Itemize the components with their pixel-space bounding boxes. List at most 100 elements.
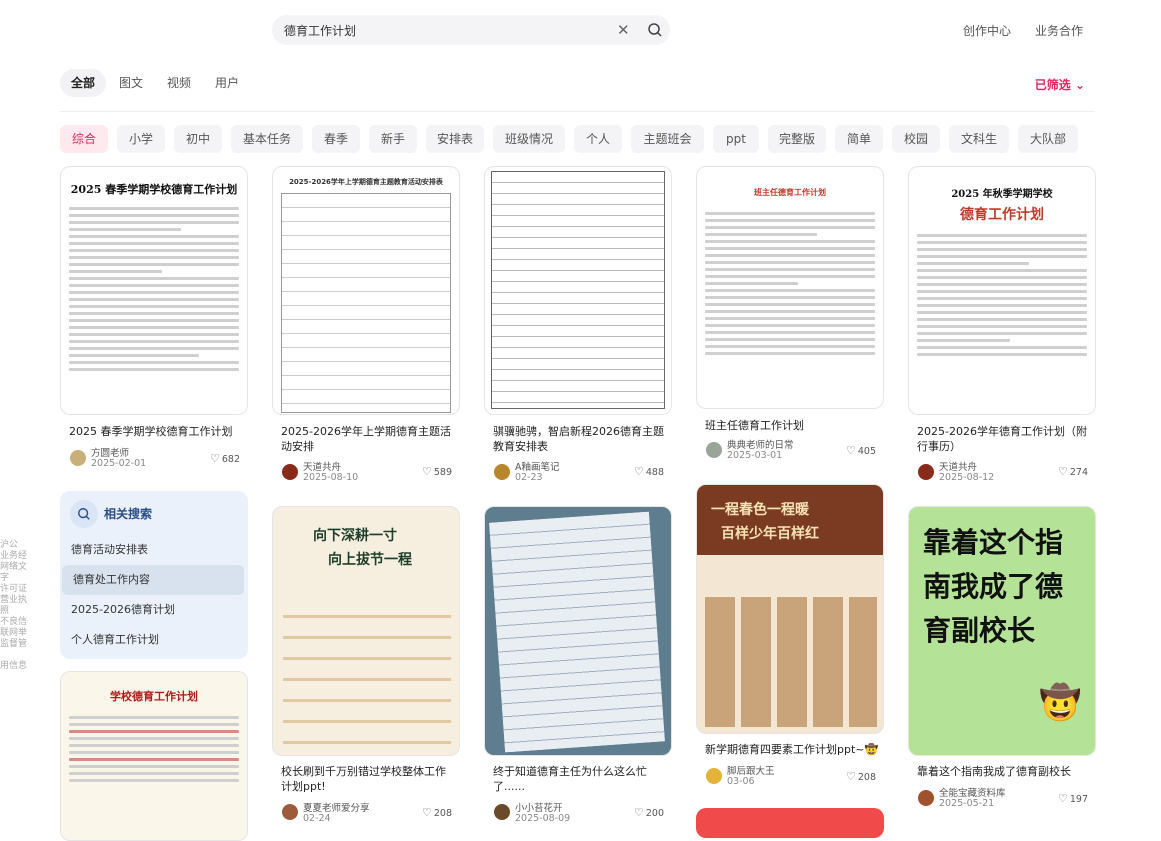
avatar[interactable] <box>70 450 86 466</box>
like-count[interactable]: ♡ 405 <box>846 444 876 457</box>
note-title[interactable]: 校长刷到千万别错过学校整体工作计划ppt! <box>281 764 456 794</box>
search-input[interactable]: 德育工作计划 <box>284 22 356 39</box>
author-name[interactable]: 典典老师的日常 <box>727 437 794 451</box>
note-card[interactable]: 学校德育工作计划 <box>60 671 248 841</box>
related-item[interactable]: 德育处工作内容 <box>62 565 244 595</box>
search-bar[interactable]: 德育工作计划 ✕ <box>272 15 670 45</box>
note-card[interactable]: 班主任德育工作计划 班主任德育工作计划 典典老师的日常 2025-03-01 ♡… <box>696 166 884 466</box>
heart-icon[interactable]: ♡ <box>634 465 644 478</box>
heart-icon[interactable]: ♡ <box>210 452 220 465</box>
note-title[interactable]: 骐骥驰骋，智启新程2026德育主题教育安排表 <box>493 424 668 454</box>
avatar[interactable] <box>918 790 934 806</box>
heart-icon[interactable]: ♡ <box>634 806 644 819</box>
note-title[interactable]: 终于知道德育主任为什么这么忙了...... <box>493 764 668 794</box>
avatar[interactable] <box>282 464 298 480</box>
author-name[interactable]: A釉画笔记 <box>515 459 560 473</box>
note-card[interactable]: 向下深耕一寸 向上拔节一程 校长刷到千万别错过学校整体工作计划ppt! 夏夏老师… <box>272 506 460 825</box>
heart-icon[interactable]: ♡ <box>1058 465 1068 478</box>
chip[interactable]: 初中 <box>174 125 222 153</box>
note-thumbnail[interactable] <box>484 506 672 756</box>
like-count[interactable]: ♡ 274 <box>1058 465 1088 478</box>
author-name[interactable]: 全能宝藏资料库 <box>939 785 1006 799</box>
tab-all[interactable]: 全部 <box>60 69 107 97</box>
like-count[interactable]: ♡ 682 <box>210 452 240 465</box>
tab-image-text[interactable]: 图文 <box>108 69 154 97</box>
avatar[interactable] <box>918 464 934 480</box>
avatar[interactable] <box>494 804 510 820</box>
chip[interactable]: 大队部 <box>1018 125 1078 153</box>
note-thumbnail[interactable]: 2025 年秋季学期学校 德育工作计划 <box>908 166 1096 415</box>
tab-video[interactable]: 视频 <box>156 69 202 97</box>
chip[interactable]: 小学 <box>117 125 165 153</box>
note-card[interactable]: 2025-2026学年上学期德育主题教育活动安排表 2025-2026学年上学期… <box>272 166 460 486</box>
chip[interactable]: ppt <box>713 125 759 153</box>
author-name[interactable]: 天道共舟 <box>939 459 977 473</box>
note-thumbnail[interactable]: 班主任德育工作计划 <box>696 166 884 409</box>
related-item[interactable]: 个人德育工作计划 <box>60 625 248 655</box>
tab-user[interactable]: 用户 <box>204 69 250 97</box>
note-thumbnail[interactable]: 学校德育工作计划 <box>60 671 248 841</box>
note-card[interactable] <box>696 808 884 838</box>
note-thumbnail[interactable]: 向下深耕一寸 向上拔节一程 <box>272 506 460 756</box>
note-card[interactable]: 2025 年秋季学期学校 德育工作计划 2025-2026学年德育工作计划（附行… <box>908 166 1096 486</box>
heart-icon[interactable]: ♡ <box>1058 792 1068 805</box>
chip[interactable]: 基本任务 <box>231 125 303 153</box>
heart-icon[interactable]: ♡ <box>422 806 432 819</box>
note-card[interactable]: 骐骥驰骋，智启新程2026德育主题教育安排表 A釉画笔记 02-23 ♡ 488 <box>484 166 672 486</box>
note-thumbnail[interactable] <box>484 166 672 415</box>
note-title[interactable]: 班主任德育工作计划 <box>705 418 880 433</box>
filter-button[interactable]: 已筛选 ⌄ <box>1035 76 1085 93</box>
related-item[interactable]: 德育活动安排表 <box>60 535 248 565</box>
like-count[interactable]: ♡ 208 <box>422 806 452 819</box>
note-card[interactable]: 终于知道德育主任为什么这么忙了...... 小小苔花开 2025-08-09 ♡… <box>484 506 672 825</box>
chip-comprehensive[interactable]: 综合 <box>60 125 108 153</box>
chip[interactable]: 班级情况 <box>493 125 565 153</box>
like-number: 200 <box>645 808 665 819</box>
thumb-title: 靠着这个指南我成了德育副校长 <box>923 526 1064 647</box>
note-thumbnail[interactable]: 一程春色一程暖 百样少年百样红 <box>696 484 884 734</box>
chip[interactable]: 安排表 <box>426 125 484 153</box>
chip[interactable]: 完整版 <box>768 125 826 153</box>
note-card[interactable]: 一程春色一程暖 百样少年百样红 新学期德育四要素工作计划ppt~🤠 脚后跟大王 … <box>696 484 884 790</box>
chip[interactable]: 文科生 <box>949 125 1009 153</box>
note-thumbnail[interactable]: 靠着这个指南我成了德育副校长 🤠 <box>908 506 1096 756</box>
chip[interactable]: 个人 <box>574 125 622 153</box>
avatar[interactable] <box>282 804 298 820</box>
note-card[interactable]: 2025 春季学期学校德育工作计划 2025 春季学期学校德育工作计划 方圆老师… <box>60 166 248 476</box>
chip[interactable]: 主题班会 <box>631 125 704 153</box>
heart-icon[interactable]: ♡ <box>846 444 856 457</box>
chip[interactable]: 简单 <box>835 125 883 153</box>
note-title[interactable]: 2025 春季学期学校德育工作计划 <box>69 424 244 439</box>
note-title[interactable]: 靠着这个指南我成了德育副校长 <box>917 764 1092 779</box>
chip[interactable]: 新手 <box>369 125 417 153</box>
search-icon[interactable] <box>647 22 663 38</box>
note-card[interactable]: 靠着这个指南我成了德育副校长 🤠 靠着这个指南我成了德育副校长 全能宝藏资料库 … <box>908 506 1096 812</box>
related-item[interactable]: 2025-2026德育计划 <box>60 595 248 625</box>
note-thumbnail[interactable]: 2025-2026学年上学期德育主题教育活动安排表 <box>272 166 460 415</box>
chip[interactable]: 校园 <box>892 125 940 153</box>
like-count[interactable]: ♡ 197 <box>1058 792 1088 805</box>
note-title[interactable]: 2025-2026学年上学期德育主题活动安排 <box>281 424 456 454</box>
avatar[interactable] <box>706 768 722 784</box>
chip[interactable]: 春季 <box>312 125 360 153</box>
like-count[interactable]: ♡ 208 <box>846 770 876 783</box>
heart-icon[interactable]: ♡ <box>846 770 856 783</box>
author-name[interactable]: 夏夏老师爱分享 <box>303 800 370 814</box>
author-name[interactable]: 天道共舟 <box>303 459 341 473</box>
author-name[interactable]: 方圆老师 <box>91 445 129 459</box>
note-thumbnail[interactable]: 2025 春季学期学校德育工作计划 <box>60 166 248 415</box>
business-link[interactable]: 业务合作 <box>1035 22 1083 39</box>
author-name[interactable]: 小小苔花开 <box>515 800 563 814</box>
note-title[interactable]: 2025-2026学年德育工作计划（附行事历） <box>917 424 1092 454</box>
like-count[interactable]: ♡ 200 <box>634 806 664 819</box>
author-name[interactable]: 脚后跟大王 <box>727 763 775 777</box>
creator-center-link[interactable]: 创作中心 <box>963 22 1011 39</box>
clear-icon[interactable]: ✕ <box>617 21 630 39</box>
avatar[interactable] <box>494 464 510 480</box>
like-count[interactable]: ♡ 589 <box>422 465 452 478</box>
avatar[interactable] <box>706 442 722 458</box>
like-count[interactable]: ♡ 488 <box>634 465 664 478</box>
note-thumbnail[interactable] <box>696 808 884 838</box>
note-title[interactable]: 新学期德育四要素工作计划ppt~🤠 <box>705 742 880 757</box>
heart-icon[interactable]: ♡ <box>422 465 432 478</box>
